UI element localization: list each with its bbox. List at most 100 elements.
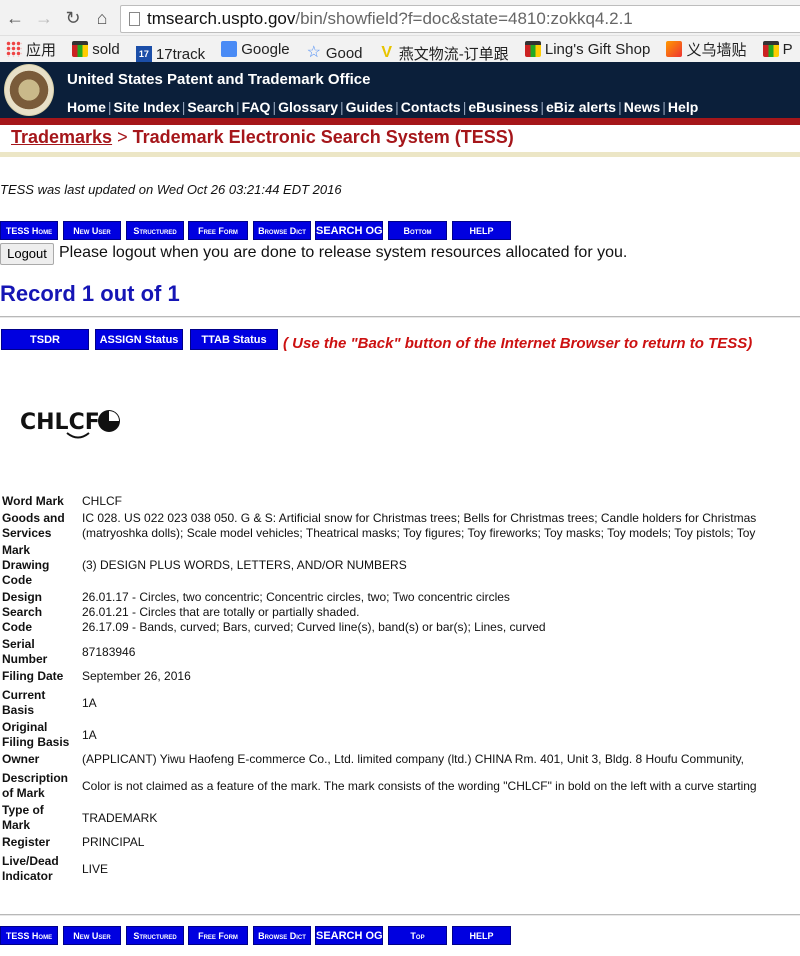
structured-button[interactable]: Structured	[126, 221, 184, 240]
tsdr-button[interactable]: TSDR	[1, 329, 89, 350]
nav-news[interactable]: News	[624, 99, 661, 115]
nav-site-index[interactable]: Site Index	[114, 99, 180, 115]
help-button[interactable]: HELP	[452, 221, 511, 240]
table-row: Mark Drawing Code (3) DESIGN PLUS WORDS, LE…	[0, 543, 800, 590]
field-label: Live/Dead Indicator	[0, 854, 80, 886]
label-line: Mark	[2, 543, 31, 557]
bookmark-17track[interactable]: 17 17track	[135, 41, 205, 62]
bookmark-good[interactable]: ☆ Good	[306, 40, 363, 62]
table-row: Owner (APPLICANT) Yiwu Haofeng E-commerce…	[0, 752, 800, 771]
browse-dict-button[interactable]: Browse Dict	[253, 926, 311, 945]
goods-services-value: IC 028. US 022 023 038 050. G & S: Artif…	[80, 511, 800, 543]
field-label: Filing Date	[2, 669, 64, 683]
new-user-button[interactable]: New User	[63, 926, 121, 945]
bookmark-yiwu[interactable]: 义乌墙贴	[666, 36, 746, 62]
bookmark-p[interactable]: P	[762, 36, 793, 62]
free-form-button[interactable]: Free Form	[188, 221, 248, 240]
breadcrumb-separator: >	[117, 127, 128, 147]
tess-home-button[interactable]: TESS Home	[0, 221, 58, 240]
label-line: Basis	[2, 703, 35, 717]
field-label: Description of Mark	[0, 771, 80, 803]
address-bar[interactable]: tmsearch.uspto.gov/bin/showfield?f=doc&s…	[120, 5, 800, 33]
new-user-button[interactable]: New User	[63, 221, 121, 240]
table-row: Type of Mark TRADEMARK	[0, 803, 800, 835]
nav-separator: |	[462, 99, 467, 115]
header-divider	[0, 118, 800, 125]
bookmark-label: 应用	[26, 41, 57, 59]
field-label: Design Search Code	[0, 590, 80, 637]
bookmark-label: P	[782, 40, 793, 58]
nav-ebusiness[interactable]: eBusiness	[468, 99, 538, 115]
bookmark-google[interactable]: Google	[221, 36, 290, 62]
label-line: Drawing	[2, 558, 50, 572]
nav-separator: |	[340, 99, 344, 115]
serial-number-value: 87183946	[82, 644, 136, 659]
breadcrumb-divider	[0, 152, 800, 157]
nav-separator: |	[395, 99, 399, 115]
structured-button[interactable]: Structured	[126, 926, 184, 945]
field-label: Original Filing Basis	[0, 720, 80, 752]
reload-icon[interactable]: ↻	[62, 7, 84, 29]
nav-help[interactable]: Help	[668, 99, 698, 115]
uspto-seal-logo[interactable]	[4, 64, 54, 116]
nav-separator: |	[107, 99, 112, 115]
nav-separator: |	[540, 99, 545, 115]
label-line: Design	[2, 590, 43, 604]
uspto-header: United States Patent and Trademark Offic…	[0, 62, 800, 118]
current-basis-value: 1A	[82, 695, 97, 710]
tess-home-button[interactable]: TESS Home	[0, 926, 58, 945]
label-line: Type of	[2, 803, 44, 817]
flame-icon	[666, 41, 683, 57]
breadcrumb: Trademarks > Trademark Electronic Search…	[11, 127, 514, 148]
bookmark-apps[interactable]: 应用	[6, 36, 56, 62]
star-icon: ☆	[306, 44, 321, 61]
breadcrumb-trademarks-link[interactable]: Trademarks	[11, 127, 112, 147]
bookmark-label: sold	[92, 40, 120, 58]
circle-quarter-highlight	[109, 411, 119, 421]
value-line: (matryoshka dolls); Scale model vehicles…	[82, 526, 756, 540]
nav-contacts[interactable]: Contacts	[401, 99, 461, 115]
back-arrow-icon[interactable]: ←	[4, 7, 26, 29]
nav-home[interactable]: Home	[67, 99, 106, 115]
field-label: Serial Number	[0, 637, 80, 669]
ttab-status-button[interactable]: TTAB Status	[190, 329, 278, 350]
nav-guides[interactable]: Guides	[346, 99, 393, 115]
nav-glossary[interactable]: Glossary	[278, 99, 338, 115]
label-line: Original	[2, 720, 48, 734]
label-line: Goods and	[2, 511, 65, 525]
browse-dict-button[interactable]: Browse Dict	[253, 221, 311, 240]
design-search-code-value: 26.01.17 - Circles, two concentric; Conc…	[80, 590, 800, 637]
field-label: Type of Mark	[0, 803, 80, 835]
bookmark-label: Ling's Gift Shop	[544, 40, 651, 58]
nav-faq[interactable]: FAQ	[242, 99, 271, 115]
shopping-bag-icon	[72, 41, 89, 57]
agency-title: United States Patent and Trademark Offic…	[67, 71, 371, 88]
bookmark-yanwen[interactable]: V 燕文物流-订单跟	[379, 40, 508, 63]
free-form-button[interactable]: Free Form	[188, 926, 248, 945]
type-of-mark-value: TRADEMARK	[82, 810, 158, 825]
17track-icon: 17	[135, 46, 152, 62]
logout-button[interactable]: Logout	[0, 243, 54, 265]
search-og-button[interactable]: SEARCH OG	[315, 221, 383, 240]
search-og-button[interactable]: SEARCH OG	[315, 926, 383, 945]
filing-date-value: September 26, 2016	[82, 669, 191, 683]
original-filing-basis-value: 1A	[82, 727, 97, 742]
value-line: IC 028. US 022 023 038 050. G & S: Artif…	[82, 511, 757, 525]
owner-value: (APPLICANT) Yiwu Haofeng E-commerce Co.,…	[82, 752, 745, 766]
drawing-code-value: (3) DESIGN PLUS WORDS, LETTERS, AND/OR N…	[82, 558, 407, 572]
nav-separator: |	[618, 99, 622, 115]
home-icon[interactable]: ⌂	[91, 7, 113, 29]
nav-separator: |	[181, 99, 186, 115]
label-line: Indicator	[2, 869, 53, 883]
assign-status-button[interactable]: ASSIGN Status	[95, 329, 183, 350]
help-button[interactable]: HELP	[452, 926, 511, 945]
forward-arrow-icon[interactable]: →	[33, 7, 55, 29]
back-button-note: ( Use the "Back" button of the Internet …	[283, 335, 753, 352]
bookmark-lings-gift-shop[interactable]: Ling's Gift Shop	[524, 36, 651, 62]
top-button[interactable]: Top	[388, 926, 447, 945]
nav-ebiz-alerts[interactable]: eBiz alerts	[546, 99, 616, 115]
table-row: Design Search Code 26.01.17 - Circles, two …	[0, 590, 800, 637]
bottom-button[interactable]: Bottom	[388, 221, 447, 240]
bookmark-sold[interactable]: sold	[72, 36, 120, 62]
nav-search[interactable]: Search	[187, 99, 234, 115]
